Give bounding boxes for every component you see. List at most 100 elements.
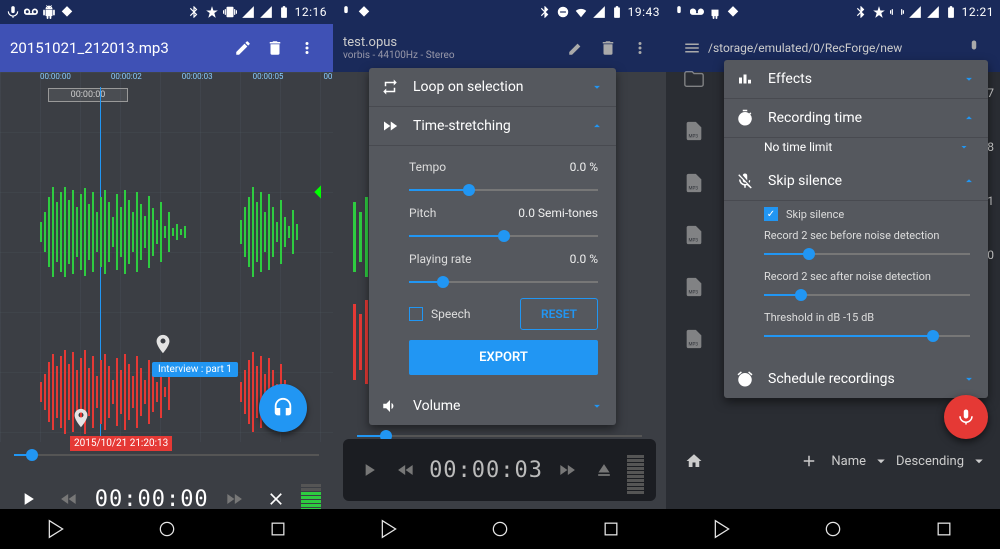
- battery-icon: [944, 5, 958, 19]
- time-stretching-row[interactable]: Time-stretching: [369, 107, 616, 146]
- timeline-canvas[interactable]: 00:00:0000:00:0200:00:0300:00:0500:00:07…: [0, 72, 333, 442]
- sort-name-dropdown[interactable]: Name: [831, 454, 866, 469]
- level-meter: [627, 446, 644, 494]
- pencil-icon: [567, 39, 585, 57]
- svg-text:MP3: MP3: [689, 185, 699, 191]
- play-button[interactable]: [355, 454, 382, 486]
- tempo-slider[interactable]: [409, 182, 598, 198]
- status-left-icons: [672, 5, 740, 19]
- loop-icon: [381, 78, 399, 96]
- delete-button[interactable]: [259, 32, 291, 64]
- export-button[interactable]: EXPORT: [409, 340, 598, 375]
- svg-text:MP3: MP3: [689, 341, 699, 347]
- nav-home[interactable]: [484, 513, 516, 545]
- marker-interview[interactable]: Interview : part 1: [152, 330, 238, 377]
- reset-button[interactable]: RESET: [520, 298, 598, 330]
- voicemail-icon: [24, 5, 38, 19]
- alarm-icon: [736, 370, 754, 388]
- loop-on-selection-row[interactable]: Loop on selection: [369, 68, 616, 107]
- skip-silence-row[interactable]: Skip silence: [724, 162, 988, 201]
- eject-button[interactable]: [590, 454, 617, 486]
- rate-slider[interactable]: [409, 274, 598, 290]
- pencil-icon: [234, 39, 252, 57]
- after-noise-label: Record 2 sec after noise detection: [764, 270, 970, 283]
- speaker-icon: [381, 397, 399, 415]
- eject-icon: [594, 460, 614, 480]
- edit-button[interactable]: [560, 32, 592, 64]
- record-fab[interactable]: [944, 395, 988, 439]
- menu-button[interactable]: [676, 32, 708, 64]
- mic-off-icon: [736, 172, 754, 190]
- more-vert-icon: [298, 39, 316, 57]
- forward-icon: [557, 460, 577, 480]
- speech-checkbox[interactable]: [409, 307, 423, 321]
- selection-handle[interactable]: 00:00:00: [48, 88, 128, 102]
- star-icon: [205, 5, 219, 19]
- edit-button[interactable]: [227, 32, 259, 64]
- filename-title: test.opus: [343, 35, 560, 50]
- bluetooth-icon: [854, 5, 868, 19]
- chevron-down-icon: [590, 80, 604, 94]
- headphones-fab[interactable]: [259, 384, 307, 432]
- volume-row[interactable]: Volume: [369, 387, 616, 425]
- recording-settings-panel: Effects Recording time No time limit Ski…: [724, 60, 988, 398]
- subtitle: vorbis - 44100Hz - Stereo: [343, 50, 560, 61]
- svg-text:MP3: MP3: [689, 133, 699, 139]
- close-icon: [266, 489, 286, 509]
- rewind-button[interactable]: [392, 454, 419, 486]
- pitch-slider[interactable]: [409, 228, 598, 244]
- rewind-icon: [59, 489, 79, 509]
- overflow-button[interactable]: [624, 32, 656, 64]
- delete-button[interactable]: [592, 32, 624, 64]
- nav-back[interactable]: [373, 513, 405, 545]
- sort-dir-dropdown[interactable]: Descending: [896, 454, 964, 469]
- star-icon: [872, 5, 886, 19]
- marker-label: Interview : part 1: [152, 362, 238, 377]
- statusbar: 12:16: [0, 0, 333, 24]
- mp3-file-icon[interactable]: MP3: [672, 120, 716, 142]
- nav-recent[interactable]: [595, 513, 627, 545]
- threshold-slider[interactable]: [764, 328, 970, 344]
- effects-row[interactable]: Effects: [724, 60, 988, 99]
- overflow-button[interactable]: [291, 32, 323, 64]
- bluetooth-icon: [538, 5, 552, 19]
- before-noise-slider[interactable]: [764, 246, 970, 262]
- nav-recent[interactable]: [928, 513, 960, 545]
- speech-label: Speech: [431, 307, 520, 321]
- headphones-icon: [272, 397, 294, 419]
- pitch-label: Pitch: [409, 206, 518, 220]
- tag-icon: [357, 5, 371, 19]
- skip-silence-checkbox[interactable]: [764, 207, 778, 221]
- after-noise-slider[interactable]: [764, 287, 970, 303]
- add-button[interactable]: [793, 445, 825, 477]
- plus-icon: [800, 452, 818, 470]
- nav-home[interactable]: [817, 513, 849, 545]
- schedule-recordings-row[interactable]: Schedule recordings: [724, 360, 988, 398]
- status-left-icons: [6, 5, 74, 19]
- mp3-file-icon[interactable]: MP3: [672, 328, 716, 350]
- home-button[interactable]: [678, 445, 710, 477]
- tag-icon: [60, 5, 74, 19]
- screen-3-recording-settings: 12:21 /storage/emulated/0/RecForge/new M…: [666, 0, 1000, 549]
- more-vert-icon: [631, 39, 649, 57]
- caret-icon: [872, 452, 890, 470]
- mp3-file-icon[interactable]: MP3: [672, 276, 716, 298]
- wifi-icon: [574, 5, 588, 19]
- forward-button[interactable]: [553, 454, 580, 486]
- folder-icon[interactable]: [672, 68, 716, 90]
- statusbar: 12:21: [666, 0, 1000, 24]
- bluetooth-icon: [187, 5, 201, 19]
- equalizer-icon: [736, 70, 754, 88]
- marker-date[interactable]: 2015/10/21 21:20:13: [70, 404, 172, 451]
- no-time-limit-dropdown[interactable]: No time limit: [764, 140, 970, 154]
- nav-back[interactable]: [706, 513, 738, 545]
- toolbar: 20151021_212013.mp3: [0, 24, 333, 72]
- trash-icon: [266, 39, 284, 57]
- mp3-file-icon[interactable]: MP3: [672, 172, 716, 194]
- volume-label: Volume: [413, 398, 460, 414]
- mp3-file-icon[interactable]: MP3: [672, 224, 716, 246]
- recording-time-row[interactable]: Recording time: [724, 99, 988, 138]
- nav-home[interactable]: [151, 513, 183, 545]
- nav-back[interactable]: [40, 513, 72, 545]
- nav-recent[interactable]: [262, 513, 294, 545]
